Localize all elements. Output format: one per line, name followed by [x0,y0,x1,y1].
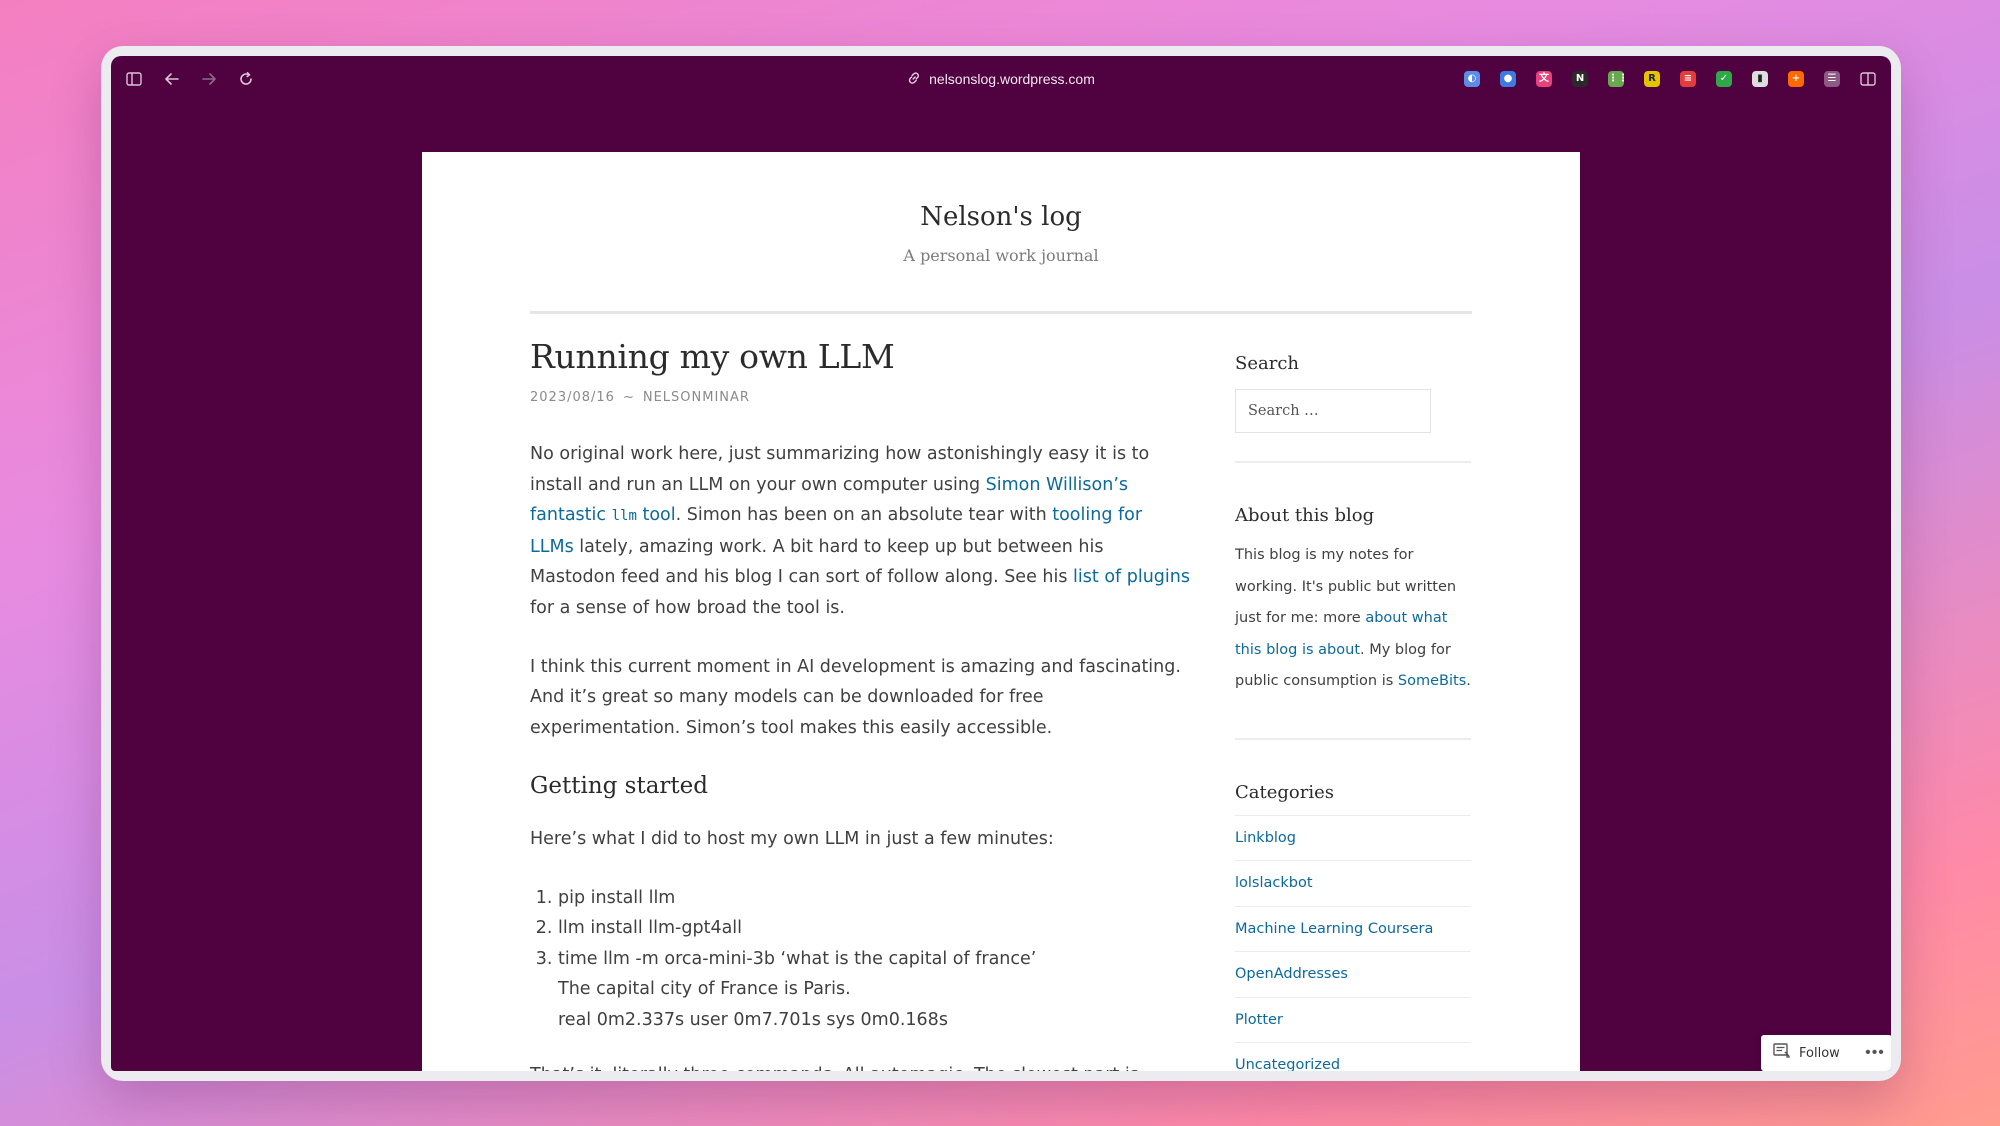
address-bar[interactable]: nelsonslog.wordpress.com [907,65,1095,93]
browser-viewport: nelsonslog.wordpress.com ◐ ● 文 N ⋮⋮ R ≡ ✓ ▮ + ☰ Ne… [111,56,1891,1071]
about-widget-title: About this blog [1235,505,1375,526]
step-output-answer: The capital city of France is Paris. [558,979,851,1000]
category-item: OpenAddresses [1235,951,1471,997]
browser-window: nelsonslog.wordpress.com ◐ ● 文 N ⋮⋮ R ≡ ✓ ▮ + ☰ Ne… [101,46,1901,1081]
meta-separator: ~ [622,390,635,405]
url-text: nelsonslog.wordpress.com [929,71,1095,87]
category-link-uncategorized[interactable]: Uncategorized [1235,1057,1340,1071]
post-title[interactable]: Running my own LLM [530,337,1190,376]
blog-page: Nelson's log A personal work journal Run… [422,152,1580,1071]
split-view-icon[interactable] [1855,66,1881,92]
post-body: No original work here, just summarizing … [530,439,1190,1071]
category-link-plotter[interactable]: Plotter [1235,1012,1283,1028]
step-output-timing: real 0m2.337s user 0m7.701s sys 0m0.168s [558,1009,948,1030]
post-author[interactable]: NELSONMINAR [643,390,750,405]
category-link-openaddresses[interactable]: OpenAddresses [1235,966,1348,982]
extension-grid-icon[interactable]: ⋮⋮ [1603,66,1629,92]
list-of-plugins-link[interactable]: list of plugins [1073,567,1190,587]
follow-button[interactable]: Follow [1761,1035,1850,1071]
about-text: This blog is my notes for working. It's … [1235,547,1471,689]
extension-globe-icon[interactable]: ◐ [1459,66,1485,92]
extension-leaf-icon[interactable]: ✓ [1711,66,1737,92]
categories-list: Linkblog lolslackbot Machine Learning Co… [1235,814,1471,1071]
search-box[interactable] [1235,389,1431,433]
extension-chat-icon[interactable]: ● [1495,66,1521,92]
category-link-machine-learning-coursera[interactable]: Machine Learning Coursera [1235,921,1433,937]
follow-label: Follow [1799,1045,1840,1061]
category-item: lolslackbot [1235,860,1471,906]
getting-started-heading: Getting started [530,773,709,800]
back-arrow-icon[interactable] [159,66,185,92]
somebits-link[interactable]: SomeBits [1398,673,1466,689]
extension-reader-icon[interactable]: ☰ [1819,66,1845,92]
sidebar-divider [1235,461,1471,463]
category-link-linkblog[interactable]: Linkblog [1235,830,1296,846]
list-item: pip install llm [558,883,1190,914]
category-item: Plotter [1235,996,1471,1043]
follow-reader-icon [1773,1043,1791,1063]
extensions-row: ◐ ● 文 N ⋮⋮ R ≡ ✓ ▮ + ☰ [1459,66,1881,92]
follow-widget: Follow ••• [1761,1035,1891,1071]
site-description: A personal work journal [903,246,1099,265]
post-meta: 2023/08/16 ~ NELSONMINAR [530,390,1190,405]
browser-toolbar: nelsonslog.wordpress.com ◐ ● 文 N ⋮⋮ R ≡ ✓ ▮ + ☰ [111,56,1891,102]
list-item: llm install llm-gpt4all [558,913,1190,944]
search-widget-title: Search [1235,353,1299,374]
category-item: Machine Learning Coursera [1235,905,1471,952]
post-paragraph-4: That’s it, literally three commands. All… [530,1060,1190,1072]
list-item: time llm -m orca-mini-3b ‘what is the ca… [558,944,1190,1036]
reload-icon[interactable] [233,66,259,92]
link-icon [907,71,921,88]
category-item: Uncategorized [1235,1042,1471,1071]
extension-book-icon[interactable]: ▮ [1747,66,1773,92]
extension-notion-icon[interactable]: N [1567,66,1593,92]
more-options-icon[interactable]: ••• [1858,1035,1891,1071]
category-link-lolslackbot[interactable]: lolslackbot [1235,875,1313,891]
extension-orange-icon[interactable]: + [1783,66,1809,92]
steps-list: pip install llm llm install llm-gpt4all … [558,883,1190,1036]
categories-widget-title: Categories [1235,781,1334,803]
category-item: Linkblog [1235,814,1471,861]
forward-arrow-icon[interactable] [196,66,222,92]
post-date[interactable]: 2023/08/16 [530,390,615,405]
extension-r-icon[interactable]: R [1639,66,1665,92]
header-divider [530,311,1472,314]
extension-translate-icon[interactable]: 文 [1531,66,1557,92]
sidebar: Search About this blog This blog is my n… [1235,353,1471,1071]
site-title[interactable]: Nelson's log [422,202,1580,232]
sidebar-toggle-icon[interactable] [121,66,147,92]
post-paragraph-1: No original work here, just summarizing … [530,444,1190,618]
search-input[interactable] [1248,403,1418,419]
post-article: Running my own LLM 2023/08/16 ~ NELSONMINA… [530,337,1190,1071]
sidebar-divider [1235,737,1471,740]
extension-red-icon[interactable]: ≡ [1675,66,1701,92]
post-paragraph-3: Here’s what I did to host my own LLM in … [530,828,1054,849]
post-paragraph-2: I think this current moment in AI develo… [530,656,1181,738]
site-header: Nelson's log A personal work journal [422,152,1580,265]
